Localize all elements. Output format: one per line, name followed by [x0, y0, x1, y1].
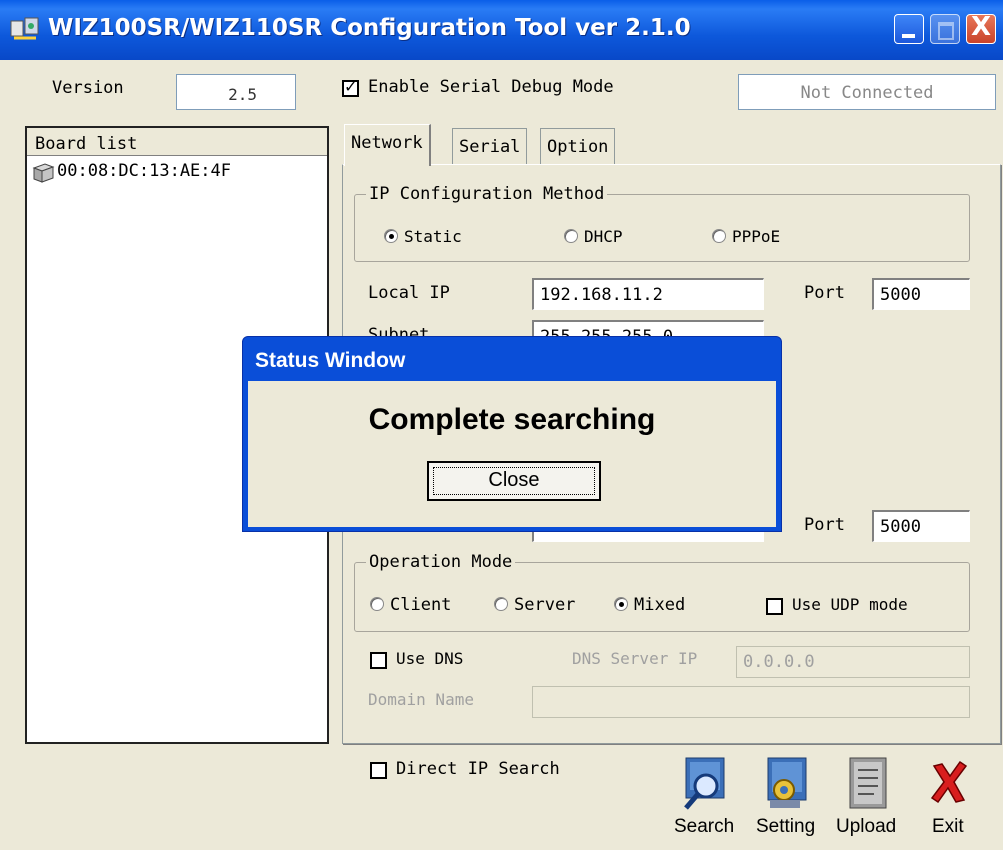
- debug-mode-label[interactable]: Enable Serial Debug Mode: [368, 77, 614, 97]
- radio-client[interactable]: [370, 597, 384, 611]
- list-item[interactable]: 00:08:DC:13:AE:4F: [31, 161, 327, 187]
- search-button[interactable]: Search: [672, 756, 746, 842]
- radio-server[interactable]: [494, 597, 508, 611]
- radio-static-label[interactable]: Static: [404, 227, 462, 246]
- board-list-header[interactable]: Board list: [27, 128, 327, 156]
- radio-pppoe-label[interactable]: PPPoE: [732, 227, 780, 246]
- tab-network[interactable]: Network: [344, 124, 431, 166]
- connection-status-field: Not Connected: [738, 74, 996, 110]
- udp-mode-label[interactable]: Use UDP mode: [792, 595, 908, 614]
- status-window[interactable]: Status Window Complete searching Close: [242, 336, 782, 532]
- minimize-button[interactable]: [894, 14, 924, 44]
- dns-server-ip-input[interactable]: 0.0.0.0: [736, 646, 970, 678]
- app-icon: [10, 17, 39, 40]
- version-label: Version: [52, 78, 124, 98]
- domain-name-label: Domain Name: [368, 690, 474, 709]
- tab-serial[interactable]: Serial: [452, 128, 528, 164]
- domain-name-input[interactable]: [532, 686, 970, 718]
- status-window-title: Status Window: [255, 349, 406, 372]
- dns-server-ip-label: DNS Server IP: [572, 649, 698, 668]
- local-ip-label: Local IP: [368, 283, 450, 303]
- direct-ip-search-checkbox[interactable]: [370, 762, 387, 779]
- local-port-input[interactable]: 5000: [872, 278, 970, 310]
- radio-pppoe[interactable]: [712, 229, 726, 243]
- radio-server-label[interactable]: Server: [514, 595, 575, 615]
- search-icon: [684, 757, 725, 810]
- exit-button-label: Exit: [932, 816, 964, 837]
- remote-port-label: Port: [804, 515, 845, 535]
- local-port-label: Port: [804, 283, 845, 303]
- operation-mode-title: Operation Mode: [366, 552, 516, 572]
- settings-icon: [767, 757, 807, 808]
- setting-button[interactable]: Setting: [752, 756, 826, 842]
- use-dns-checkbox[interactable]: [370, 652, 387, 669]
- setting-button-label: Setting: [756, 816, 816, 837]
- status-message: Complete searching: [368, 403, 656, 436]
- close-icon: X: [970, 12, 992, 42]
- direct-ip-search-label[interactable]: Direct IP Search: [396, 759, 560, 779]
- search-button-label: Search: [674, 816, 735, 837]
- board-icon: [32, 163, 55, 183]
- window-title: WIZ100SR/WIZ110SR Configuration Tool ver…: [48, 15, 691, 41]
- radio-dhcp[interactable]: [564, 229, 578, 243]
- radio-mixed-label[interactable]: Mixed: [634, 595, 685, 615]
- close-button[interactable]: Close: [427, 461, 601, 501]
- upload-icon: [849, 757, 887, 809]
- version-field: 2.5: [176, 74, 296, 110]
- remote-port-input[interactable]: 5000: [872, 510, 970, 542]
- status-window-body: Complete searching Close: [248, 381, 776, 527]
- close-window-button[interactable]: X: [966, 12, 996, 44]
- upload-button[interactable]: Upload: [834, 756, 908, 842]
- board-mac-address: 00:08:DC:13:AE:4F: [57, 161, 231, 181]
- radio-dhcp-label[interactable]: DHCP: [584, 227, 623, 246]
- title-bar[interactable]: WIZ100SR/WIZ110SR Configuration Tool ver…: [0, 0, 1003, 60]
- maximize-button[interactable]: [930, 14, 960, 44]
- radio-client-label[interactable]: Client: [390, 595, 451, 615]
- exit-button[interactable]: Exit: [920, 756, 990, 842]
- debug-mode-checkbox[interactable]: [342, 77, 359, 97]
- upload-button-label: Upload: [836, 816, 897, 837]
- tab-option[interactable]: Option: [540, 128, 616, 164]
- udp-mode-checkbox[interactable]: [766, 598, 783, 615]
- radio-static[interactable]: [384, 229, 398, 243]
- exit-icon: [930, 760, 968, 804]
- use-dns-label[interactable]: Use DNS: [396, 649, 463, 668]
- ip-method-title: IP Configuration Method: [366, 184, 608, 204]
- local-ip-input[interactable]: 192.168.11.2: [532, 278, 764, 310]
- radio-mixed[interactable]: [614, 597, 628, 611]
